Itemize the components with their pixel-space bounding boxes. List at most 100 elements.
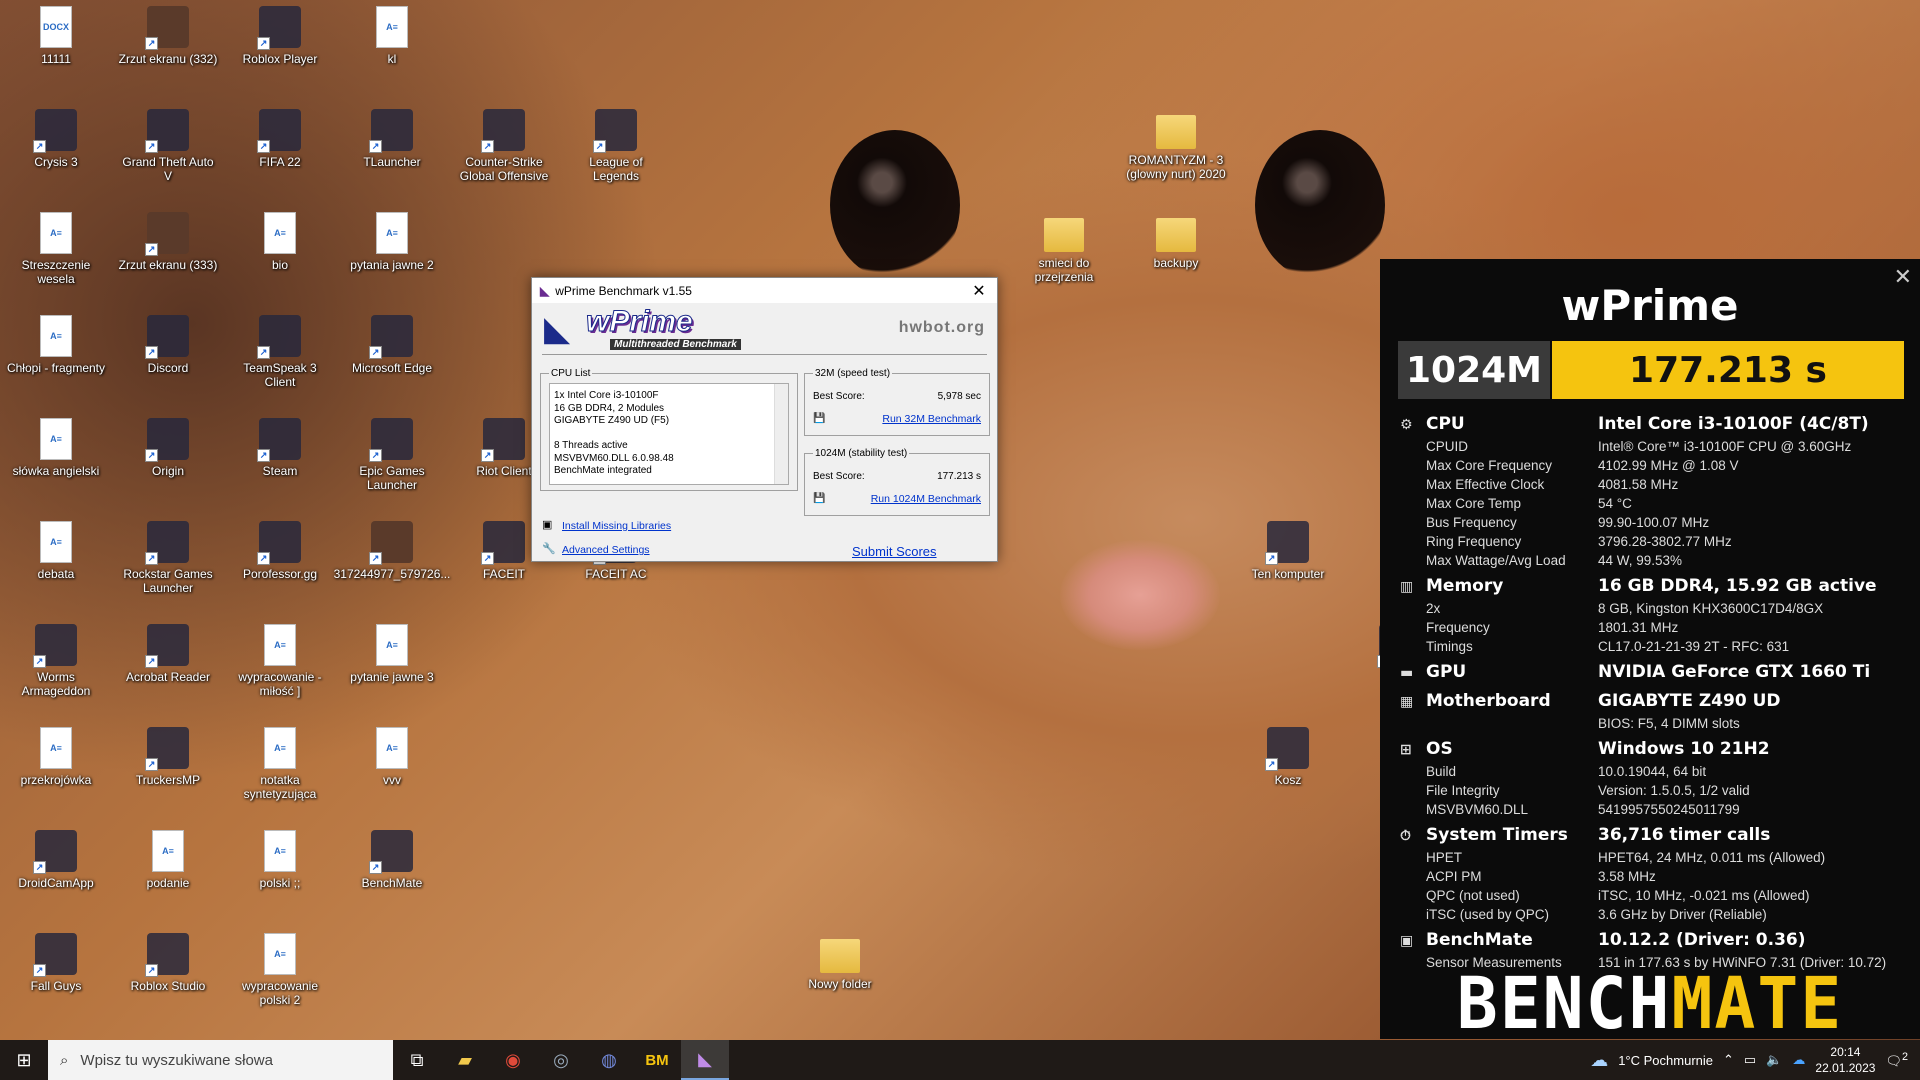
section-value: 16 GB DDR4, 15.92 GB active (1598, 576, 1877, 596)
wprime-taskbar-icon[interactable]: ◣ (681, 1040, 729, 1080)
run-32m-link[interactable]: Run 32M Benchmark (882, 413, 981, 425)
desktop-icon[interactable]: A≡ vvv (342, 721, 442, 821)
network-icon[interactable]: ▭ (1744, 1052, 1756, 1068)
desktop-icon[interactable]: A≡ podanie (118, 824, 218, 924)
discord-icon[interactable]: ◍ (585, 1040, 633, 1080)
desktop-icon-label: League of Legends (589, 155, 643, 183)
hwbot-logo[interactable]: hwbot.org (899, 319, 985, 337)
task-view-icon[interactable]: ⧉ (393, 1040, 441, 1080)
info-row: Max Core Temp 54 °C (1400, 494, 1910, 513)
benchmate-taskbar-icon[interactable]: BM (633, 1040, 681, 1080)
weather-text[interactable]: 1°C Pochmurnie (1618, 1053, 1713, 1068)
desktop-icon[interactable]: BenchMate (342, 824, 442, 924)
onedrive-icon[interactable]: ☁ (1792, 1052, 1805, 1068)
document-icon: A≡ (376, 6, 408, 48)
scrollbar[interactable] (774, 384, 788, 484)
desktop-icon[interactable]: A≡ bio (230, 206, 330, 306)
save-icon[interactable]: 💾 (813, 493, 825, 504)
desktop-icon[interactable]: Ten komputer (1238, 515, 1338, 615)
desktop-icon[interactable]: DroidCamApp (6, 824, 106, 924)
desktop-icon[interactable]: TeamSpeak 3 Client (230, 309, 330, 409)
info-key: Timings (1426, 639, 1473, 654)
desktop-icon[interactable]: A≡ pytania jawne 2 (342, 206, 442, 306)
desktop-icon[interactable]: 317244977_579726... (334, 515, 450, 615)
desktop-icon[interactable]: Steam (230, 412, 330, 512)
desktop-icon[interactable]: Rockstar Games Launcher (118, 515, 218, 615)
wprime-window[interactable]: ◣ wPrime Benchmark v1.55 ✕ ◣ wPrime Mult… (531, 277, 998, 562)
desktop-icon[interactable]: A≡ debata (6, 515, 106, 615)
desktop-icon[interactable]: A≡ wypracowanie polski 2 (230, 927, 330, 1027)
info-row: Ring Frequency 3796.28-3802.77 MHz (1400, 532, 1910, 551)
desktop-icon[interactable]: ROMANTYZM - 3 (glowny nurt) 2020 (1126, 103, 1226, 203)
desktop-icon[interactable]: A≡ przekrojówka (6, 721, 106, 821)
info-value: 5419957550245011799 (1598, 802, 1740, 817)
app-icon (257, 521, 301, 565)
advanced-settings-link[interactable]: Advanced Settings (562, 544, 650, 556)
desktop-icon[interactable]: DOCX 11111 (6, 0, 106, 100)
desktop-icon[interactable]: A≡ kl (342, 0, 442, 100)
desktop-icon-label: FIFA 22 (259, 155, 301, 169)
info-row: MSVBVM60.DLL 5419957550245011799 (1400, 800, 1910, 819)
chevron-up-icon[interactable]: ⌃ (1723, 1052, 1734, 1068)
desktop-icon-label: notatka syntetyzująca (243, 773, 317, 801)
desktop-icon[interactable]: A≡ wypracowanie - miłość ] (230, 618, 330, 718)
desktop-icon[interactable]: Worms Armageddon (6, 618, 106, 718)
desktop-icon[interactable]: TLauncher (342, 103, 442, 203)
section-name: ▣ BenchMate (1400, 930, 1598, 950)
desktop-icon[interactable]: Epic Games Launcher (342, 412, 442, 512)
close-icon[interactable]: ✕ (961, 281, 997, 301)
desktop-icon[interactable]: Discord (118, 309, 218, 409)
info-value: 54 °C (1598, 496, 1632, 511)
desktop-icon[interactable]: A≡ polski ;; (230, 824, 330, 924)
cpu-list-line (554, 428, 784, 441)
desktop-icon-label: Streszczenie wesela (21, 258, 91, 286)
desktop-icon[interactable]: smieci do przejrzenia (1014, 206, 1114, 306)
desktop-icon[interactable]: Roblox Studio (118, 927, 218, 1027)
desktop-icon[interactable]: Origin (118, 412, 218, 512)
cpu-list[interactable]: 1x Intel Core i3-10100F 16 GB DDR4, 2 Mod… (549, 383, 789, 485)
desktop-icon[interactable]: Nowy folder (790, 927, 890, 1027)
desktop-icon[interactable]: A≡ słówka angielski (6, 412, 106, 512)
run-1024m-link[interactable]: Run 1024M Benchmark (871, 493, 981, 505)
desktop-icon[interactable]: A≡ Streszczenie wesela (6, 206, 106, 306)
app-icon (145, 418, 189, 462)
desktop-icon[interactable]: Porofessor.gg (230, 515, 330, 615)
steam-icon[interactable]: ◎ (537, 1040, 585, 1080)
install-libraries-link[interactable]: Install Missing Libraries (562, 520, 671, 532)
desktop-icon[interactable]: Acrobat Reader (118, 618, 218, 718)
desktop-icon[interactable]: Counter-Strike Global Offensive (454, 103, 554, 203)
desktop-icon[interactable]: A≡ pytanie jawne 3 (342, 618, 442, 718)
desktop-icon[interactable]: Kosz (1238, 721, 1338, 821)
notifications-icon[interactable]: 🗨2 (1885, 1051, 1908, 1069)
desktop-icon[interactable]: Grand Theft Auto V (118, 103, 218, 203)
desktop-icon[interactable]: Roblox Player (230, 0, 330, 100)
start-button[interactable]: ⊞ (0, 1040, 48, 1080)
motherboard-icon: ▦ (1400, 694, 1414, 710)
desktop-icon[interactable]: A≡ notatka syntetyzująca (230, 721, 330, 821)
section-header: ⚙ CPU Intel Core i3-10100F (4C/8T) (1400, 411, 1910, 437)
document-icon: A≡ (264, 933, 296, 975)
desktop-icon[interactable]: A≡ Chłopi - fragmenty (6, 309, 106, 409)
volume-icon[interactable]: 🔈 (1766, 1052, 1782, 1068)
desktop-icon[interactable]: TruckersMP (118, 721, 218, 821)
desktop-icon[interactable]: Zrzut ekranu (333) (118, 206, 218, 306)
desktop-icon-label: Counter-Strike Global Offensive (459, 155, 549, 183)
desktop-icon[interactable]: Fall Guys (6, 927, 106, 1027)
clock[interactable]: 20:14 22.01.2023 (1815, 1044, 1875, 1076)
app-icon (257, 6, 301, 50)
save-icon[interactable]: 💾 (813, 413, 825, 424)
wprime-titlebar[interactable]: ◣ wPrime Benchmark v1.55 ✕ (532, 278, 997, 303)
desktop-icon[interactable]: backupy (1126, 206, 1226, 306)
desktop-icon[interactable]: Crysis 3 (6, 103, 106, 203)
submit-scores-link[interactable]: Submit Scores (852, 544, 937, 559)
desktop-icon[interactable]: FIFA 22 (230, 103, 330, 203)
desktop-icon-label: Worms Armageddon (21, 670, 91, 698)
file-explorer-icon[interactable]: ▰ (441, 1040, 489, 1080)
desktop-icon[interactable]: Microsoft Edge (342, 309, 442, 409)
search-box[interactable]: ⌕ Wpisz tu wyszukiwane słowa (48, 1040, 393, 1080)
section-header: ▦ Motherboard GIGABYTE Z490 UD (1400, 688, 1910, 714)
desktop-icon[interactable]: League of Legends (566, 103, 666, 203)
desktop-icon-label: polski ;; (259, 876, 301, 890)
desktop-icon[interactable]: Zrzut ekranu (332) (118, 0, 218, 100)
chrome-icon[interactable]: ◉ (489, 1040, 537, 1080)
